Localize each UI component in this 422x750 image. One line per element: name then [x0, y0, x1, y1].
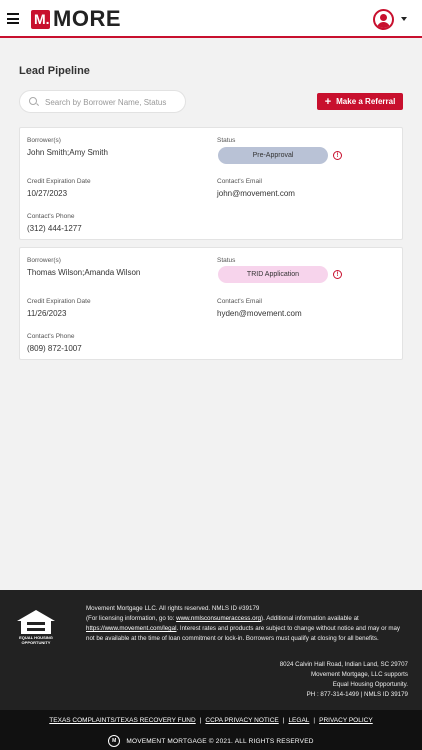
contact-phone-value: (809) 872-1007	[27, 344, 82, 353]
nmls-link[interactable]: www.nmlsconsumeraccess.org	[176, 615, 261, 622]
borrowers-label: Borrower(s)	[27, 137, 61, 144]
legal-line-2-pre: (For licensing information, go to:	[86, 615, 177, 622]
legal-line-2-post: ). Additional information available at	[261, 615, 359, 622]
site-footer: EQUAL HOUSING OPPORTUNITY Movement Mortg…	[0, 590, 422, 750]
credit-expiration-value: 10/27/2023	[27, 189, 68, 198]
logo-text: MORE	[53, 6, 121, 31]
contact-email-value: john@movement.com	[217, 189, 295, 198]
user-avatar-icon[interactable]	[373, 9, 394, 30]
contact-email-label: Contact's Email	[217, 178, 262, 185]
status-badge: TRID Application	[218, 266, 328, 283]
separator: |	[199, 717, 202, 724]
copyright: M MOVEMENT MORTGAGE © 2021. ALL RIGHTS R…	[0, 735, 422, 747]
house-icon	[17, 610, 55, 634]
chevron-down-icon[interactable]	[401, 17, 407, 21]
status-badge: Pre-Approval	[218, 147, 328, 164]
footer-links: TEXAS COMPLAINTS/TEXAS RECOVERY FUND | CCP…	[0, 717, 422, 724]
ccpa-privacy-link[interactable]: CCPA PRIVACY NOTICE	[205, 717, 278, 724]
credit-expiration-label: Credit Expiration Date	[27, 298, 91, 305]
copyright-text: MOVEMENT MORTGAGE © 2021. ALL RIGHTS RES…	[126, 737, 314, 745]
lead-card[interactable]: Borrower(s) Thomas Wilson;Amanda Wilson …	[19, 247, 403, 360]
separator: |	[282, 717, 285, 724]
make-referral-label: Make a Referral	[336, 97, 396, 106]
texas-complaints-link[interactable]: TEXAS COMPLAINTS/TEXAS RECOVERY FUND	[49, 717, 195, 724]
hamburger-menu-icon[interactable]	[7, 13, 19, 24]
address-line: Movement Mortgage, LLC supports	[311, 671, 408, 678]
borrowers-value: Thomas Wilson;Amanda Wilson	[27, 268, 141, 277]
equal-housing-logo: EQUAL HOUSING OPPORTUNITY	[15, 609, 57, 653]
contact-phone-label: Contact's Phone	[27, 213, 75, 220]
address-line: Equal Housing Opportunity.	[332, 681, 408, 688]
separator: |	[313, 717, 316, 724]
credit-expiration-value: 11/26/2023	[27, 309, 67, 318]
lead-card[interactable]: Borrower(s) John Smith;Amy Smith Status …	[19, 127, 403, 240]
search-icon	[29, 97, 37, 105]
top-header: M. MORE	[0, 0, 422, 38]
movement-legal-link[interactable]: https://www.movement.com/legal	[86, 625, 176, 632]
borrowers-label: Borrower(s)	[27, 257, 61, 264]
credit-expiration-label: Credit Expiration Date	[27, 178, 91, 185]
page-title: Lead Pipeline	[19, 65, 90, 77]
movement-logo-icon: M	[108, 735, 121, 747]
borrowers-value: John Smith;Amy Smith	[27, 148, 108, 157]
search-input[interactable]	[45, 95, 183, 109]
plus-icon: +	[324, 95, 332, 108]
legal-text: Movement Mortgage LLC. All rights reserv…	[86, 604, 406, 644]
company-address: 8024 Calvin Hall Road, Indian Land, SC 2…	[280, 660, 408, 700]
search-box[interactable]	[19, 90, 186, 113]
address-line: PH : 877-314-1499 | NMLS ID 39179	[306, 691, 408, 698]
make-referral-button[interactable]: + Make a Referral	[317, 93, 403, 110]
legal-line-1: Movement Mortgage LLC. All rights reserv…	[86, 605, 260, 612]
privacy-policy-link[interactable]: PRIVACY POLICY	[319, 717, 373, 724]
logo-badge: M.	[31, 9, 50, 29]
equal-housing-text: EQUAL HOUSING OPPORTUNITY	[19, 635, 53, 645]
address-line: 8024 Calvin Hall Road, Indian Land, SC 2…	[279, 661, 408, 668]
more-logo[interactable]: M. MORE	[31, 6, 121, 31]
legal-link[interactable]: LEGAL	[288, 717, 309, 724]
status-label: Status	[217, 137, 236, 144]
info-icon[interactable]: !	[333, 270, 342, 279]
status-label: Status	[217, 257, 236, 264]
contact-email-value: hyden@movement.com	[217, 309, 302, 318]
info-icon[interactable]: !	[333, 151, 342, 160]
contact-phone-label: Contact's Phone	[27, 333, 75, 340]
contact-phone-value: (312) 444-1277	[27, 224, 82, 233]
footer-bottom-bar: TEXAS COMPLAINTS/TEXAS RECOVERY FUND | CCP…	[0, 710, 422, 750]
contact-email-label: Contact's Email	[217, 298, 262, 305]
